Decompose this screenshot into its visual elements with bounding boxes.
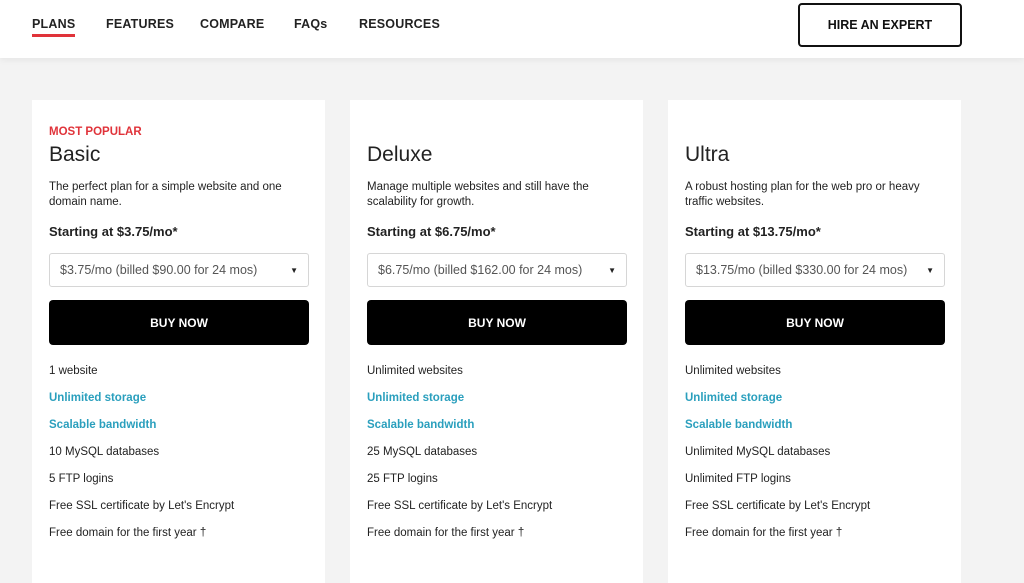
dropdown-caret-icon: ▼ (608, 265, 616, 275)
plan-card-basic: MOST POPULAR Basic The perfect plan for … (32, 100, 325, 583)
feature-item: Free domain for the first year † (49, 527, 207, 539)
feature-link-item[interactable]: Unlimited storage (49, 391, 234, 418)
plan-starting-price: Starting at $13.75/mo* (685, 224, 821, 239)
plan-starting-price: Starting at $3.75/mo* (49, 224, 178, 239)
feature-item: 5 FTP logins (49, 473, 114, 485)
feature-link-item[interactable]: Scalable bandwidth (367, 418, 552, 445)
feature-list: Unlimited websites Unlimited storage Sca… (367, 364, 552, 553)
dropdown-caret-icon: ▼ (290, 265, 298, 275)
feature-link-item[interactable]: Scalable bandwidth (685, 418, 870, 445)
feature-item: Free domain for the first year † (685, 527, 843, 539)
plan-description: A robust hosting plan for the web pro or… (685, 181, 920, 208)
hire-expert-button[interactable]: HIRE AN EXPERT (798, 3, 962, 47)
nav-features-link[interactable]: FEATURES (106, 17, 174, 31)
billing-term-select[interactable]: $3.75/mo (billed $90.00 for 24 mos) ▼ (49, 253, 309, 287)
dropdown-caret-icon: ▼ (926, 265, 934, 275)
plan-starting-price: Starting at $6.75/mo* (367, 224, 496, 239)
feature-item: Free SSL certificate by Let's Encrypt (49, 500, 235, 512)
billing-term-value: $3.75/mo (billed $90.00 for 24 mos) (60, 263, 258, 277)
plan-card-deluxe: Deluxe Manage multiple websites and stil… (350, 100, 643, 583)
billing-term-value: $6.75/mo (billed $162.00 for 24 mos) (378, 263, 583, 277)
nav-compare-link[interactable]: COMPARE (200, 17, 264, 31)
feature-item: Unlimited websites (685, 365, 781, 377)
billing-term-select[interactable]: $13.75/mo (billed $330.00 for 24 mos) ▼ (685, 253, 945, 287)
feature-item: Unlimited FTP logins (685, 473, 791, 485)
feature-link-item[interactable]: Scalable bandwidth (49, 418, 234, 445)
plan-card-ultra: Ultra A robust hosting plan for the web … (668, 100, 961, 583)
plan-description: Manage multiple websites and still have … (367, 181, 589, 208)
feature-item: Free SSL certificate by Let's Encrypt (367, 500, 553, 512)
feature-item: Unlimited MySQL databases (685, 446, 831, 458)
nav-faqs-link[interactable]: FAQs (294, 17, 327, 31)
feature-item: 10 MySQL databases (49, 446, 160, 458)
plan-name: Deluxe (367, 143, 433, 166)
plan-name: Basic (49, 143, 101, 166)
feature-item: 25 FTP logins (367, 473, 438, 485)
buy-now-button[interactable]: BUY NOW (367, 300, 627, 345)
plan-name: Ultra (685, 143, 730, 166)
feature-item: Free domain for the first year † (367, 527, 525, 539)
billing-term-value: $13.75/mo (billed $330.00 for 24 mos) (696, 263, 908, 277)
plan-description: The perfect plan for a simple website an… (49, 181, 282, 208)
feature-item: 1 website (49, 365, 98, 377)
buy-now-button[interactable]: BUY NOW (685, 300, 945, 345)
buy-now-button[interactable]: BUY NOW (49, 300, 309, 345)
feature-item: Unlimited websites (367, 365, 463, 377)
top-navigation: PLANS FEATURES COMPARE FAQs RESOURCES HI… (0, 0, 1024, 58)
most-popular-badge: MOST POPULAR (49, 126, 142, 138)
feature-item: 25 MySQL databases (367, 446, 478, 458)
feature-link-item[interactable]: Unlimited storage (685, 391, 870, 418)
nav-plans-link[interactable]: PLANS (32, 17, 76, 37)
feature-list: Unlimited websites Unlimited storage Sca… (685, 364, 870, 553)
nav-resources-link[interactable]: RESOURCES (359, 17, 440, 31)
feature-item: Free SSL certificate by Let's Encrypt (685, 500, 871, 512)
billing-term-select[interactable]: $6.75/mo (billed $162.00 for 24 mos) ▼ (367, 253, 627, 287)
feature-list: 1 website Unlimited storage Scalable ban… (49, 364, 234, 553)
feature-link-item[interactable]: Unlimited storage (367, 391, 552, 418)
